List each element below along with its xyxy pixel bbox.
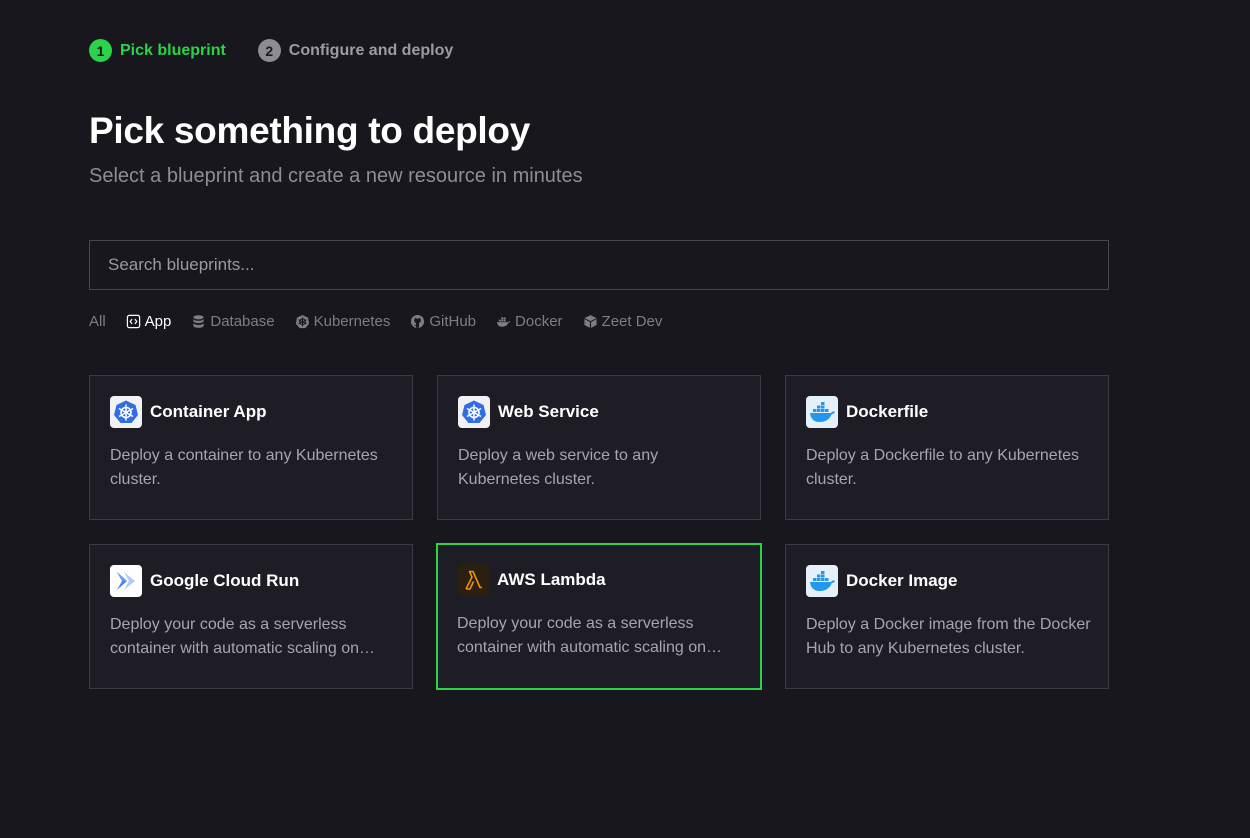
step-pick-blueprint[interactable]: 1 Pick blueprint (89, 39, 226, 62)
blueprint-name: AWS Lambda (497, 570, 606, 589)
blueprint-description: Deploy a Docker image from the Docker Hu… (806, 616, 1091, 657)
blueprint-name: Web Service (498, 402, 599, 421)
filter-label: Zeet Dev (601, 313, 663, 330)
blueprint-card-docker-image[interactable]: Docker Image Deploy a Docker image from … (785, 544, 1109, 689)
docker-icon (496, 314, 511, 329)
blueprint-card-web-service[interactable]: Web Service Deploy a web service to any … (437, 375, 761, 520)
blueprint-name: Container App (150, 402, 267, 421)
database-icon (191, 314, 206, 329)
category-filters: All App Database Kubernetes GitHub Docke… (89, 313, 682, 330)
code-icon (126, 314, 141, 329)
page-title: Pick something to deploy (89, 110, 530, 151)
step-configure-deploy[interactable]: 2 Configure and deploy (257, 39, 454, 62)
kubernetes-icon (458, 396, 490, 428)
step-label: Configure and deploy (288, 41, 454, 59)
filter-label: GitHub (429, 313, 477, 330)
docker-icon (806, 396, 838, 428)
search-box (89, 240, 1109, 290)
filter-docker[interactable]: Docker (496, 313, 563, 330)
stepper: 1 Pick blueprint 2 Configure and deploy (89, 39, 485, 62)
blueprint-card-dockerfile[interactable]: Dockerfile Deploy a Dockerfile to any Ku… (785, 375, 1109, 520)
blueprint-description: Deploy a Dockerfile to any Kubernetes cl… (806, 447, 1080, 488)
filter-label: Docker (515, 313, 563, 330)
blueprint-card-container-app[interactable]: Container App Deploy a container to any … (89, 375, 413, 520)
blueprint-description: Deploy your code as a serverless contain… (457, 615, 707, 656)
kubernetes-icon (295, 314, 310, 329)
filter-app[interactable]: App (126, 313, 172, 330)
step-number: 1 (89, 39, 112, 62)
docker-icon (806, 565, 838, 597)
filter-label: App (144, 313, 172, 330)
blueprint-card-google-cloud-run[interactable]: Google Cloud Run Deploy your code as a s… (89, 544, 413, 689)
filter-database[interactable]: Database (191, 313, 275, 330)
step-label: Pick blueprint (120, 41, 226, 59)
filter-label: Kubernetes (313, 313, 391, 330)
search-input[interactable] (106, 254, 1092, 276)
blueprint-name: Dockerfile (846, 402, 929, 421)
aws-lambda-icon (457, 564, 489, 596)
blueprint-card-aws-lambda[interactable]: AWS Lambda Deploy your code as a serverl… (436, 543, 762, 690)
box-icon (583, 314, 598, 329)
blueprint-description: Deploy your code as a serverless contain… (110, 616, 360, 657)
blueprint-name: Docker Image (846, 571, 958, 590)
filter-github[interactable]: GitHub (410, 313, 476, 330)
kubernetes-icon (110, 396, 142, 428)
filter-label: Database (210, 313, 275, 330)
step-number: 2 (257, 39, 281, 62)
github-icon (410, 314, 425, 329)
filter-kubernetes[interactable]: Kubernetes (295, 313, 391, 330)
filter-all[interactable]: All (89, 313, 106, 330)
blueprint-description: Deploy a web service to any Kubernetes c… (458, 447, 659, 488)
google-cloud-run-icon (110, 565, 142, 597)
blueprint-description: Deploy a container to any Kubernetes clu… (110, 447, 378, 488)
blueprint-name: Google Cloud Run (150, 571, 300, 590)
filter-zeet-dev[interactable]: Zeet Dev (583, 313, 663, 330)
page-subtitle: Select a blueprint and create a new reso… (89, 165, 583, 187)
filter-label: All (89, 313, 106, 330)
